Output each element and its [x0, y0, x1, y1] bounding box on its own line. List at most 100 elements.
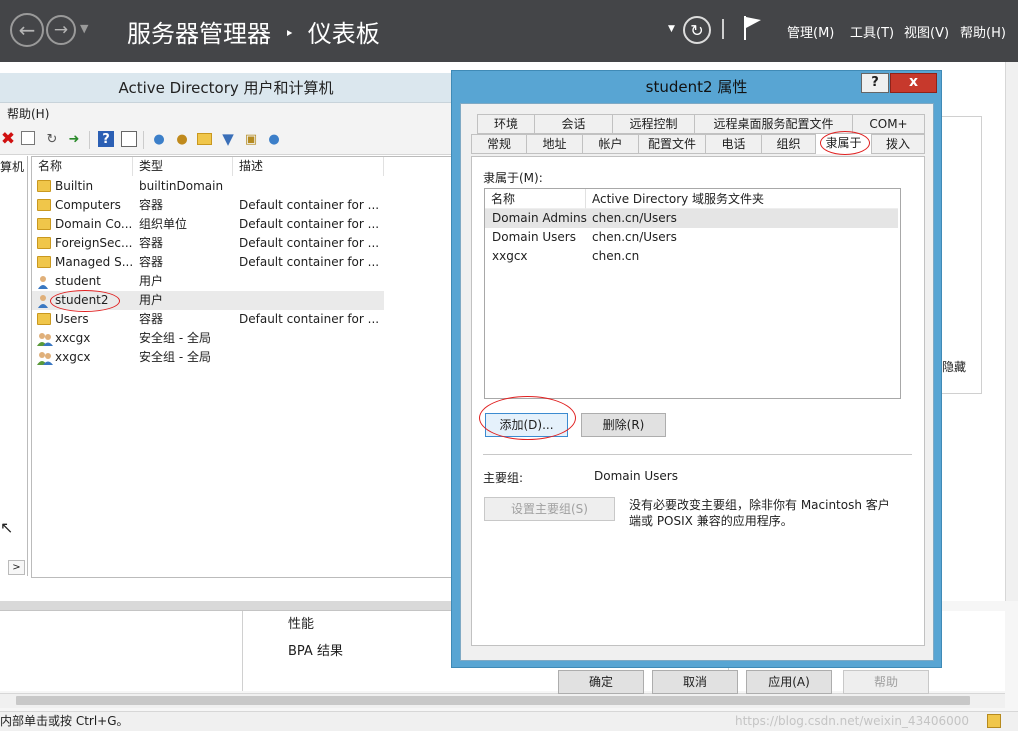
member-row[interactable]: Domain Users chen.cn/Users [485, 228, 898, 247]
column-header-type[interactable]: 类型 [133, 157, 233, 176]
help-icon[interactable]: ? [98, 131, 114, 147]
tab-sessions[interactable]: 会话 [534, 114, 613, 134]
menu-view[interactable]: 视图(V) [904, 22, 949, 41]
column-header-desc[interactable]: 描述 [233, 157, 384, 176]
delete-icon[interactable]: ✖ [0, 129, 16, 149]
aduc-title: Active Directory 用户和计算机 [0, 73, 452, 103]
action-pane-icon[interactable] [121, 131, 137, 147]
column-header-name[interactable]: 名称 [32, 157, 133, 176]
menu-tools[interactable]: 工具(T) [850, 22, 894, 41]
scrollbar-thumb[interactable] [16, 696, 970, 705]
aduc-toolbar: ✖ ↻ ➜ ? ● ● ▼ ▣ ● [0, 125, 452, 155]
cell-name: student [55, 274, 101, 288]
tab-dial-in[interactable]: 拨入 [871, 134, 925, 154]
aduc-menu-help[interactable]: 帮助(H) [7, 107, 49, 121]
tab-address[interactable]: 地址 [526, 134, 583, 154]
properties-icon[interactable] [21, 131, 35, 145]
folder-icon [37, 313, 51, 325]
cell-name: Users [55, 312, 89, 326]
tab-account[interactable]: 帐户 [582, 134, 639, 154]
tab-environment[interactable]: 环境 [477, 114, 535, 134]
nav-history-dropdown-icon[interactable]: ▼ [80, 22, 88, 35]
group-icon [37, 332, 53, 346]
cell-desc: Default container for ... [239, 198, 380, 212]
tab-telephones[interactable]: 电话 [705, 134, 762, 154]
scroll-right-icon[interactable]: > [8, 560, 25, 575]
ok-button[interactable]: 确定 [558, 670, 644, 694]
dialog-help-button[interactable]: ? [861, 73, 889, 93]
table-row[interactable]: xxgcx 安全组 - 全局 [32, 348, 384, 367]
folder-icon [37, 237, 51, 249]
tree-root-label[interactable]: 算机 [0, 158, 24, 175]
set-primary-group-button[interactable]: 设置主要组(S) [484, 497, 615, 521]
find-icon[interactable]: ▣ [243, 131, 259, 147]
new-ou-icon[interactable] [197, 133, 212, 145]
aduc-menubar: 帮助(H) [0, 103, 452, 125]
apply-button[interactable]: 应用(A) [746, 670, 832, 694]
primary-group-note-line1: 没有必要改变主要组，除非你有 Macintosh 客户 [629, 498, 890, 512]
annotation-ellipse-add-button [479, 396, 576, 440]
table-row[interactable]: Builtin builtinDomain [32, 177, 384, 196]
tab-organization[interactable]: 组织 [761, 134, 816, 154]
filter-icon[interactable]: ▼ [220, 130, 236, 148]
member-column-name[interactable]: 名称 [485, 189, 586, 209]
table-row[interactable]: Managed S... 容器 Default container for ... [32, 253, 384, 272]
status-bar: 内部单击或按 Ctrl+G。 https://blog.csdn.net/wei… [0, 711, 1018, 731]
cell-desc: Default container for ... [239, 255, 380, 269]
object-list: 名称 类型 描述 Builtin builtinDomain Computers 容器… [31, 156, 452, 578]
table-row[interactable]: student 用户 [32, 272, 384, 291]
forward-arrow-icon[interactable]: → [46, 15, 76, 45]
table-row[interactable]: Computers 容器 Default container for ... [32, 196, 384, 215]
cell-name: Builtin [55, 179, 94, 193]
tree-pane[interactable]: 算机 ↖ > [0, 156, 28, 576]
tab-com-plus[interactable]: COM+ [852, 114, 925, 134]
folder-icon [37, 180, 51, 192]
table-row[interactable]: xxcgx 安全组 - 全局 [32, 329, 384, 348]
mouse-cursor-icon: ↖ [0, 518, 14, 537]
separator [483, 454, 912, 455]
tile-item-bpa[interactable]: BPA 结果 [288, 640, 343, 659]
member-row[interactable]: xxgcx chen.cn [485, 247, 898, 266]
table-row[interactable]: ForeignSec... 容器 Default container for ... [32, 234, 384, 253]
cell-desc: Default container for ... [239, 312, 380, 326]
annotation-ellipse-student2 [50, 290, 120, 312]
export-list-icon[interactable]: ➜ [66, 131, 82, 147]
annotation-ellipse-member-of-tab [820, 131, 870, 155]
back-arrow-icon[interactable]: ← [10, 13, 44, 47]
refresh-icon[interactable]: ↻ [683, 16, 711, 44]
cell-type: 安全组 - 全局 [139, 350, 211, 364]
member-column-folder[interactable]: Active Directory 域服务文件夹 [586, 189, 898, 209]
member-row[interactable]: Domain Admins chen.cn/Users [485, 209, 898, 228]
notifications-flag-icon[interactable] [742, 14, 764, 45]
tab-remote-control[interactable]: 远程控制 [612, 114, 695, 134]
remove-button[interactable]: 删除(R) [581, 413, 666, 437]
table-row[interactable]: Domain Co... 组织单位 Default container for ..… [32, 215, 384, 234]
cancel-button[interactable]: 取消 [652, 670, 738, 694]
server-manager-header: ← → ▼ 服务器管理器 ‣ 仪表板 ▼ ↻ 管理(M) 工具(T) 视图(V)… [0, 0, 1018, 62]
dialog-body: 环境 会话 远程控制 远程桌面服务配置文件 COM+ 常规 地址 帐户 配置文件… [460, 103, 934, 694]
cell-type: 安全组 - 全局 [139, 331, 211, 345]
tray-folder-icon[interactable] [987, 714, 1001, 728]
menu-help[interactable]: 帮助(H) [960, 22, 1006, 41]
new-user-icon[interactable]: ● [151, 131, 167, 147]
refresh-list-icon[interactable]: ↻ [44, 131, 60, 147]
cell-name: Domain Co... [55, 217, 133, 231]
tab-rds-profile[interactable]: 远程桌面服务配置文件 [694, 114, 853, 134]
cell-desc: Default container for ... [239, 236, 380, 250]
sm-horizontal-scrollbar[interactable] [0, 693, 1005, 708]
cell-desc: Default container for ... [239, 217, 380, 231]
new-group-icon[interactable]: ● [174, 131, 190, 147]
cell-type: 用户 [139, 274, 164, 288]
help-footer-button[interactable]: 帮助 [843, 670, 929, 694]
menu-manage[interactable]: 管理(M) [787, 22, 834, 41]
tab-profile[interactable]: 配置文件 [638, 134, 706, 154]
hide-link[interactable]: 隐藏 [942, 358, 966, 375]
tab-general[interactable]: 常规 [471, 134, 527, 154]
primary-group-note-line2: 端或 POSIX 兼容的应用程序。 [629, 514, 793, 528]
table-row[interactable]: Users 容器 Default container for ... [32, 310, 384, 329]
add-to-group-icon[interactable]: ● [266, 131, 282, 147]
member-of-list[interactable]: 名称 Active Directory 域服务文件夹 Domain Admins… [484, 188, 901, 399]
tile-item-performance[interactable]: 性能 [288, 613, 314, 632]
dialog-close-button[interactable]: x [890, 73, 937, 93]
refresh-dropdown-icon[interactable]: ▼ [668, 24, 675, 34]
